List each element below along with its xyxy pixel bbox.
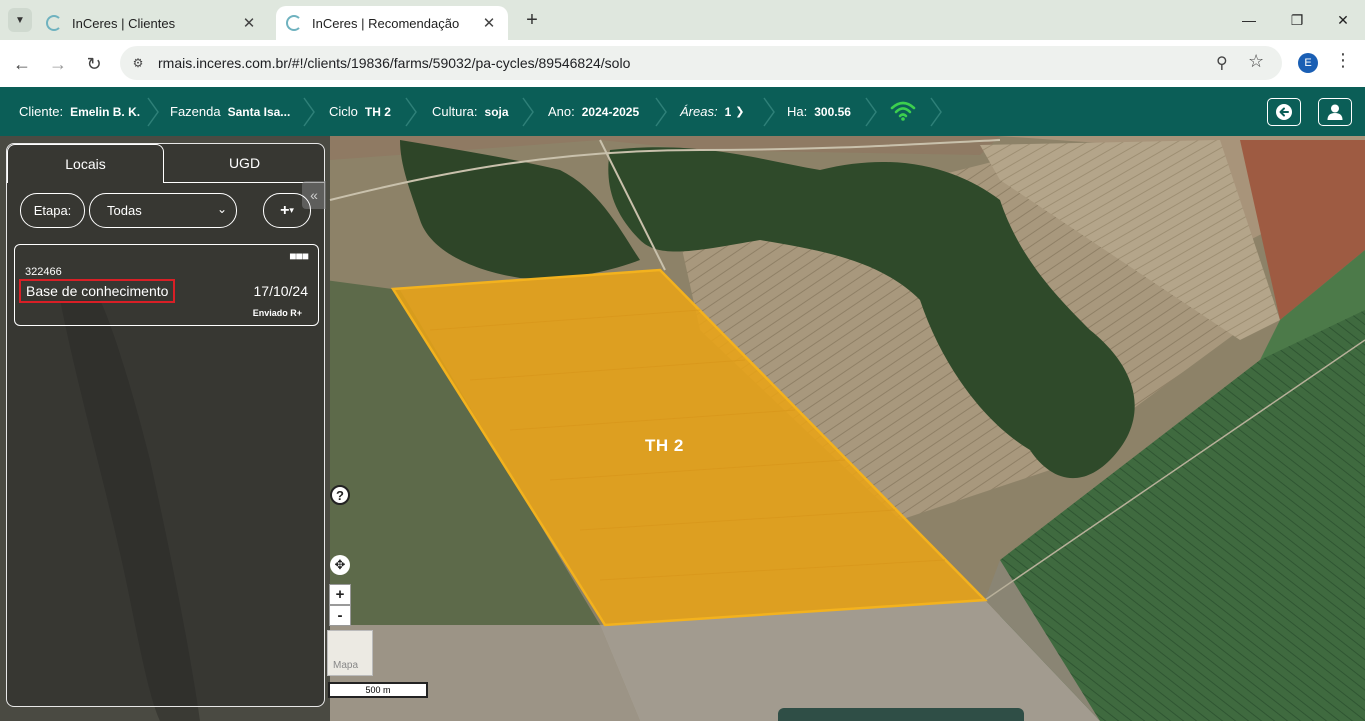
inceres-favicon-icon: [46, 15, 62, 31]
etapa-selected-value: Todas: [107, 203, 142, 218]
card-date: 17/10/24: [253, 283, 309, 299]
fazenda-value: Santa Isa...: [227, 104, 291, 119]
zoom-in-button[interactable]: +: [329, 584, 351, 605]
ano-value: 2024-2025: [581, 104, 640, 119]
header-areas[interactable]: Áreas: 1 ❯: [680, 87, 744, 136]
tab-ugd[interactable]: UGD: [164, 144, 325, 183]
chevron-separator-icon: [521, 97, 535, 127]
ano-label: Ano:: [548, 104, 575, 119]
app-header: Cliente: Emelin B. K. Fazenda Santa Isa.…: [0, 87, 1365, 136]
ciclo-value: TH 2: [364, 104, 391, 119]
window-close-icon[interactable]: ✕: [1320, 8, 1365, 32]
restore-icon[interactable]: ❐: [1274, 8, 1320, 32]
header-fazenda[interactable]: Fazenda Santa Isa...: [170, 87, 290, 136]
address-bar[interactable]: ⚙ rmais.inceres.com.br/#!/clients/19836/…: [120, 46, 1282, 80]
tab-locais[interactable]: Locais: [7, 144, 164, 183]
card-menu-dots-icon[interactable]: ■■■: [289, 249, 309, 263]
help-question-icon[interactable]: ?: [330, 485, 350, 505]
site-settings-icon[interactable]: ⚙: [130, 55, 146, 71]
zoom-out-button[interactable]: -: [329, 605, 351, 626]
bookmark-star-icon[interactable]: ☆: [1248, 51, 1264, 72]
browser-tab-clientes[interactable]: InCeres | Clientes ✕: [36, 6, 268, 40]
field-label: TH 2: [645, 436, 684, 455]
add-dropdown-button[interactable]: + ▾: [263, 193, 311, 228]
caret-down-icon: ▾: [289, 205, 294, 215]
header-ciclo[interactable]: Ciclo TH 2: [329, 87, 391, 136]
browser-menu-kebab-icon[interactable]: ⋮: [1334, 50, 1352, 71]
areas-label: Áreas:: [680, 104, 718, 119]
back-arrow-button[interactable]: [1267, 98, 1301, 126]
header-ha: Ha: 300.56: [787, 87, 851, 136]
tab-title: InCeres | Recomendação: [312, 15, 460, 31]
wifi-connection-icon: [890, 100, 916, 122]
chevron-separator-icon: [864, 97, 878, 127]
arrow-left-circle-icon: [1276, 104, 1292, 120]
card-status: Enviado R+: [252, 308, 302, 318]
ciclo-label: Ciclo: [329, 104, 358, 119]
new-tab-plus-icon[interactable]: +: [520, 8, 544, 32]
tab-title: InCeres | Clientes: [72, 15, 176, 31]
user-icon: [1327, 104, 1343, 120]
card-name[interactable]: Base de conhecimento: [19, 279, 176, 303]
browser-toolbar: ← → ↻ ⚙ rmais.inceres.com.br/#!/clients/…: [0, 40, 1365, 87]
chevron-separator-icon: [929, 97, 943, 127]
chevron-separator-icon: [404, 97, 418, 127]
location-card[interactable]: ■■■ 322466 Base de conhecimento 17/10/24…: [14, 244, 319, 326]
chevron-separator-icon: [762, 97, 776, 127]
chevron-separator-icon: [302, 97, 316, 127]
tab-search-chevron-down-icon[interactable]: ▼: [8, 8, 32, 32]
areas-value: 1: [724, 104, 732, 119]
chevron-down-icon: ⌄: [216, 202, 227, 216]
plus-icon: +: [280, 201, 290, 219]
areas-chevron-down-icon: ❯: [735, 106, 745, 118]
url-text[interactable]: rmais.inceres.com.br/#!/clients/19836/fa…: [158, 55, 630, 71]
fazenda-label: Fazenda: [170, 104, 221, 119]
header-cultura[interactable]: Cultura: soja: [432, 87, 509, 136]
close-tab-icon[interactable]: ✕: [480, 14, 498, 32]
minimize-icon[interactable]: —: [1226, 8, 1272, 32]
chevron-separator-icon: [146, 97, 160, 127]
etapa-label-button[interactable]: Etapa:: [20, 193, 85, 228]
back-arrow-icon[interactable]: ←: [9, 51, 35, 77]
reload-icon[interactable]: ↻: [81, 51, 107, 77]
card-code: 322466: [25, 266, 62, 278]
inceres-favicon-icon: [286, 15, 302, 31]
pan-move-icon[interactable]: ✥: [330, 555, 350, 575]
locations-panel: Locais UGD « Etapa: Todas ⌄ + ▾ ■■■ 32246…: [6, 143, 326, 707]
ha-value: 300.56: [814, 104, 851, 119]
cliente-value: Emelin B. K.: [70, 104, 141, 119]
header-cliente[interactable]: Cliente: Emelin B. K.: [19, 87, 140, 136]
cultura-value: soja: [484, 104, 509, 119]
map-layer-toggle[interactable]: Mapa: [327, 630, 373, 676]
cultura-label: Cultura:: [432, 104, 478, 119]
forward-arrow-icon[interactable]: →: [45, 51, 71, 77]
browser-tab-recomendacao[interactable]: InCeres | Recomendação ✕: [276, 6, 508, 40]
cliente-label: Cliente:: [19, 104, 64, 119]
browser-tab-bar: ▼ InCeres | Clientes ✕ InCeres | Recomen…: [0, 0, 1365, 40]
etapa-select[interactable]: Todas ⌄: [89, 193, 237, 228]
bottom-drawer-handle[interactable]: [778, 708, 1024, 721]
header-ano[interactable]: Ano: 2024-2025: [548, 87, 639, 136]
ha-label: Ha:: [787, 104, 808, 119]
map-scale-bar: 500 m: [328, 682, 428, 698]
map-layer-label: Mapa: [333, 660, 359, 671]
close-tab-icon[interactable]: ✕: [240, 14, 258, 32]
user-profile-button[interactable]: [1318, 98, 1352, 126]
zoom-icon[interactable]: ⚲: [1216, 53, 1228, 73]
profile-avatar[interactable]: E: [1298, 53, 1318, 73]
chevron-separator-icon: [654, 97, 668, 127]
